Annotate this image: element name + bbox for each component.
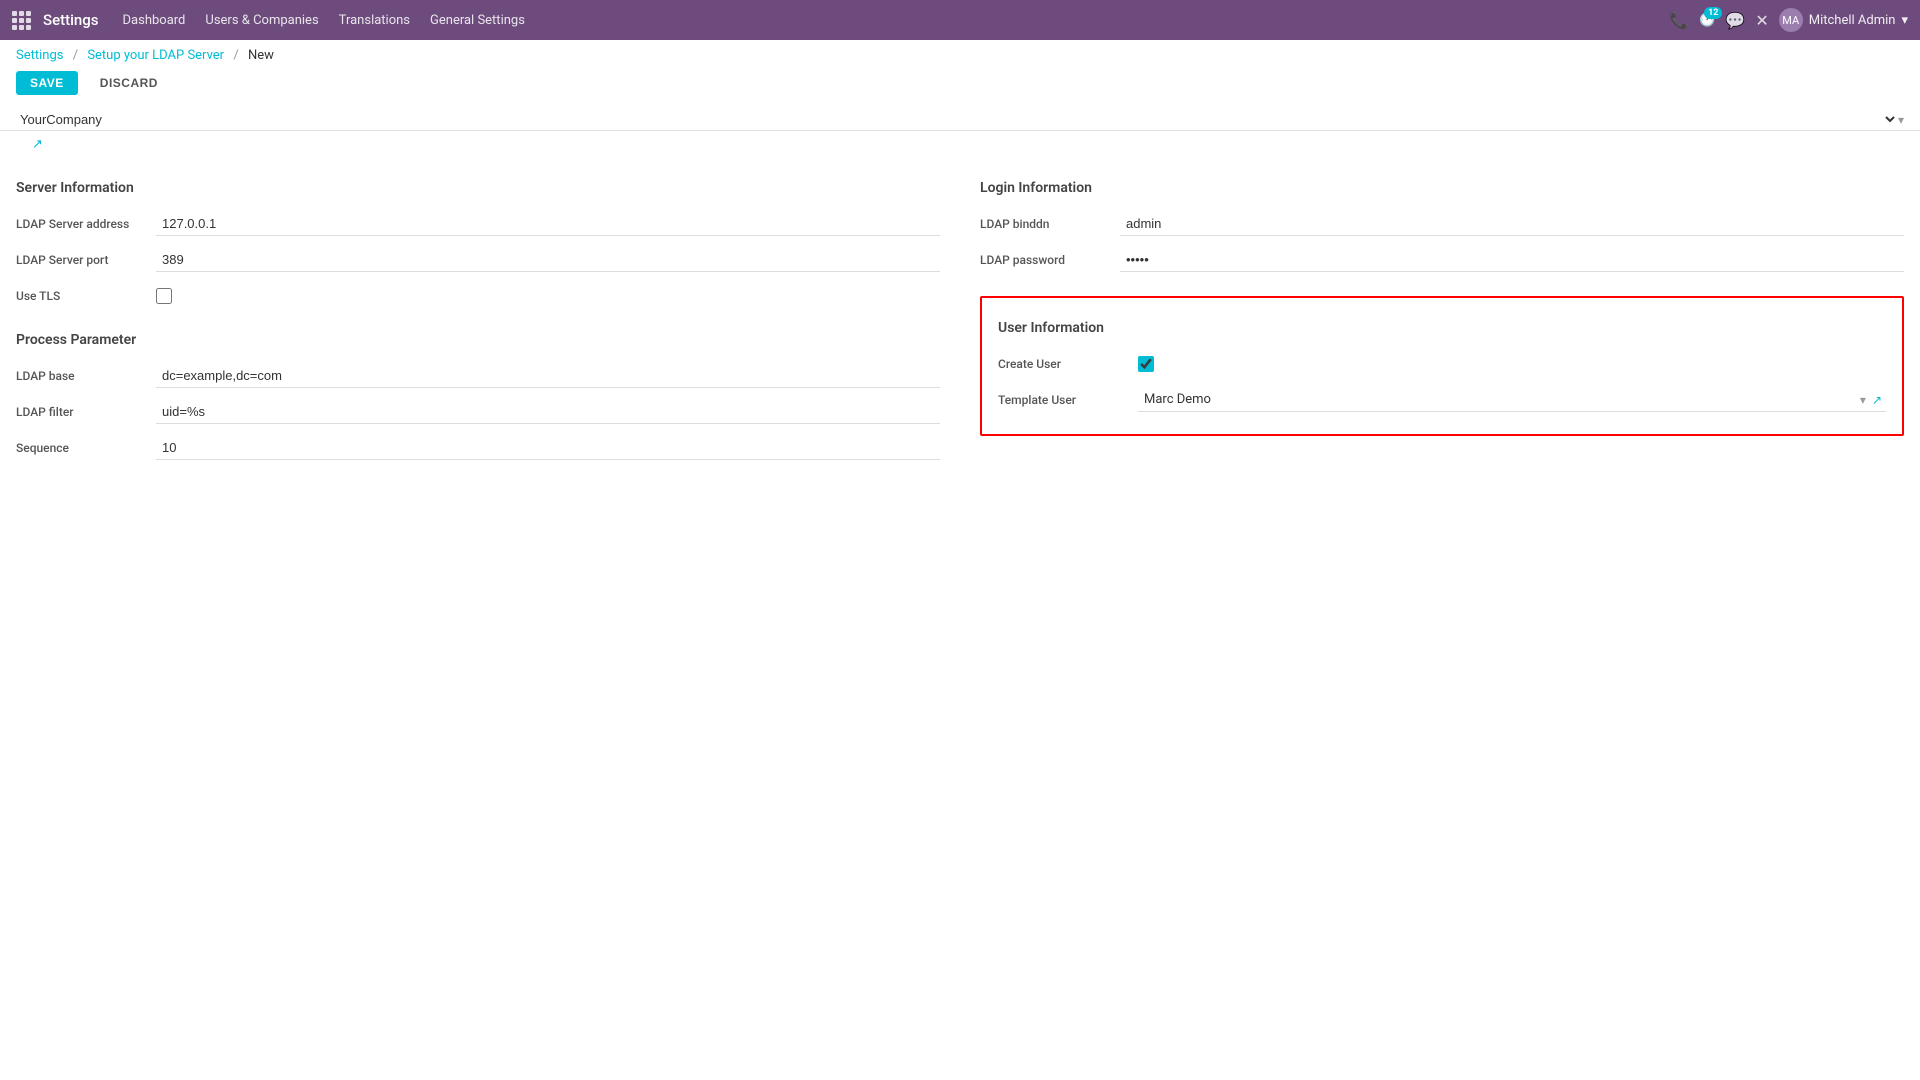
sequence-row: Sequence: [16, 432, 940, 464]
breadcrumb-settings[interactable]: Settings: [16, 48, 63, 63]
user-name: Mitchell Admin: [1809, 13, 1896, 28]
ldap-filter-label: LDAP filter: [16, 405, 156, 419]
company-selector-row: YourCompany ▾: [0, 105, 1920, 131]
badge-count: 12: [1704, 7, 1722, 19]
template-user-row: Template User Marc Demo ▾ ↗: [998, 384, 1886, 416]
template-user-label: Template User: [998, 393, 1138, 407]
ldap-server-port-row: LDAP Server port: [16, 244, 940, 276]
apps-menu-button[interactable]: [12, 11, 31, 30]
ldap-filter-row: LDAP filter: [16, 396, 940, 428]
ldap-password-label: LDAP password: [980, 253, 1120, 267]
top-navigation: Settings Dashboard Users & Companies Tra…: [0, 0, 1920, 40]
process-param-title: Process Parameter: [16, 332, 940, 348]
ldap-binddn-row: LDAP binddn: [980, 208, 1904, 240]
ldap-filter-input[interactable]: [156, 400, 940, 424]
user-avatar: MA: [1779, 8, 1803, 32]
breadcrumb-sep-2: /: [233, 48, 238, 63]
ldap-base-row: LDAP base: [16, 360, 940, 392]
company-chevron-icon: ▾: [1898, 113, 1904, 127]
left-column: Server Information LDAP Server address L…: [16, 172, 940, 468]
nav-translations[interactable]: Translations: [339, 13, 410, 28]
top-nav-right: 📞 🕐 12 💬 ✕ MA Mitchell Admin ▾: [1669, 8, 1908, 32]
breadcrumb: Settings / Setup your LDAP Server / New: [0, 40, 1920, 67]
phone-icon[interactable]: 📞: [1669, 11, 1689, 30]
clock-badge-icon[interactable]: 🕐 12: [1699, 13, 1715, 28]
save-button[interactable]: SAVE: [16, 71, 78, 95]
nav-users-companies[interactable]: Users & Companies: [205, 13, 318, 28]
company-select[interactable]: YourCompany: [16, 111, 1898, 128]
ldap-base-label: LDAP base: [16, 369, 156, 383]
ldap-server-address-label: LDAP Server address: [16, 217, 156, 231]
use-tls-checkbox[interactable]: [156, 288, 172, 304]
sequence-label: Sequence: [16, 441, 156, 455]
sequence-input[interactable]: [156, 436, 940, 460]
template-user-value: Marc Demo: [1144, 392, 1860, 407]
use-tls-label: Use TLS: [16, 289, 156, 303]
close-icon[interactable]: ✕: [1755, 11, 1768, 30]
ldap-binddn-input[interactable]: [1120, 212, 1904, 236]
app-title: Settings: [43, 11, 99, 29]
nav-links: Dashboard Users & Companies Translations…: [123, 13, 1670, 28]
ldap-server-port-label: LDAP Server port: [16, 253, 156, 267]
ldap-server-address-row: LDAP Server address: [16, 208, 940, 240]
user-info-box: User Information Create User Template Us…: [980, 296, 1904, 436]
template-user-external-link-icon[interactable]: ↗: [1872, 393, 1882, 407]
form-content: Server Information LDAP Server address L…: [0, 162, 1920, 478]
ldap-password-input[interactable]: [1120, 248, 1904, 272]
ldap-server-address-input[interactable]: [156, 212, 940, 236]
grid-icon: [12, 11, 31, 30]
right-column: Login Information LDAP binddn LDAP passw…: [980, 172, 1904, 468]
process-param-section: Process Parameter LDAP base LDAP filter …: [16, 332, 940, 464]
ldap-password-row: LDAP password: [980, 244, 1904, 276]
chat-icon[interactable]: 💬: [1725, 11, 1745, 30]
template-user-dropdown-icon[interactable]: ▾: [1860, 393, 1866, 407]
company-external-link[interactable]: ↗: [16, 133, 59, 156]
user-chevron-icon: ▾: [1901, 13, 1908, 28]
action-bar: SAVE DISCARD: [0, 67, 1920, 105]
server-info-title: Server Information: [16, 180, 940, 196]
use-tls-row: Use TLS: [16, 280, 940, 312]
login-info-title: Login Information: [980, 180, 1904, 196]
create-user-label: Create User: [998, 357, 1138, 371]
create-user-checkbox[interactable]: [1138, 356, 1154, 372]
create-user-row: Create User: [998, 348, 1886, 380]
template-user-controls: ▾ ↗: [1860, 393, 1882, 407]
breadcrumb-setup[interactable]: Setup your LDAP Server: [87, 48, 224, 63]
ldap-server-port-input[interactable]: [156, 248, 940, 272]
ldap-binddn-label: LDAP binddn: [980, 217, 1120, 231]
nav-dashboard[interactable]: Dashboard: [123, 13, 186, 28]
breadcrumb-sep-1: /: [73, 48, 78, 63]
template-user-input-wrap: Marc Demo ▾ ↗: [1138, 388, 1886, 412]
nav-general-settings[interactable]: General Settings: [430, 13, 525, 28]
user-info-title: User Information: [998, 320, 1886, 336]
ldap-base-input[interactable]: [156, 364, 940, 388]
breadcrumb-current: New: [248, 48, 274, 63]
discard-button[interactable]: DISCARD: [86, 71, 172, 95]
main-two-col: Server Information LDAP Server address L…: [16, 172, 1904, 468]
user-menu[interactable]: MA Mitchell Admin ▾: [1779, 8, 1908, 32]
